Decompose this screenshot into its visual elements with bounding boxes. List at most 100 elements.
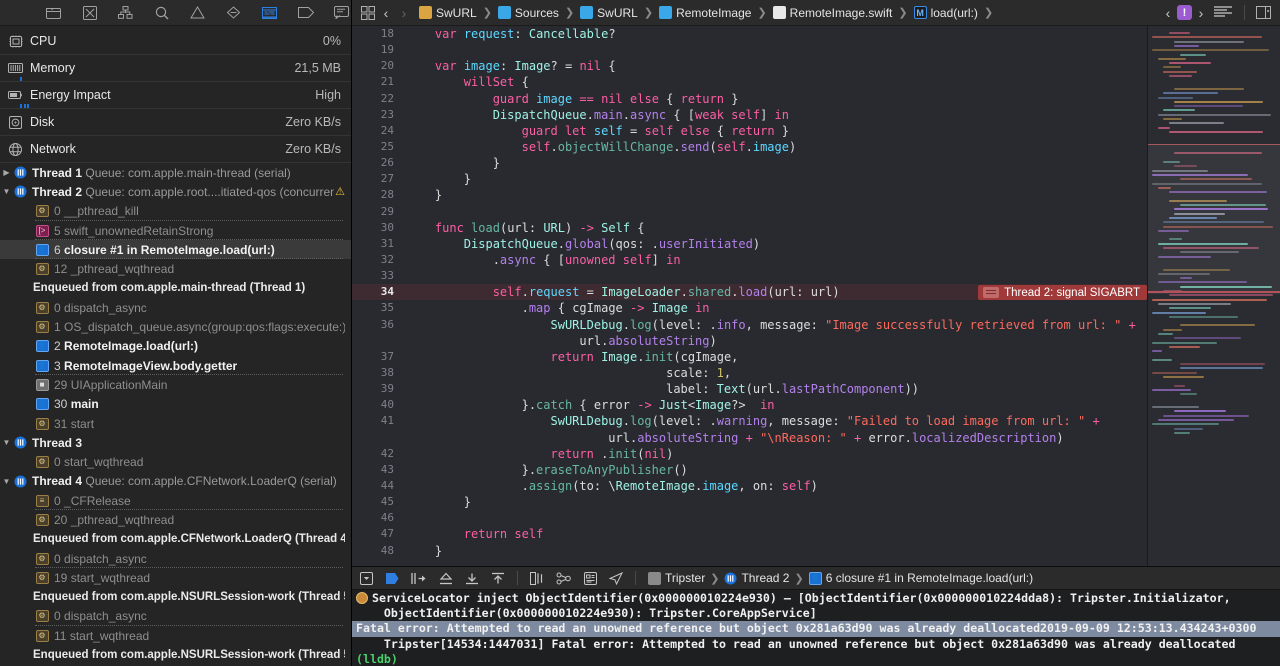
line-number[interactable]: 22: [352, 91, 394, 107]
stack-frame-row[interactable]: ⚙ 11 start_wqthread: [0, 626, 351, 645]
breadcrumb-item-4[interactable]: RemoteImage.swift: [772, 6, 892, 20]
console-output[interactable]: ServiceLocator inject ObjectIdentifier(0…: [352, 590, 1280, 666]
line-number[interactable]: 41: [352, 413, 394, 429]
line-number[interactable]: 29: [352, 204, 394, 220]
line-number[interactable]: 26: [352, 155, 394, 171]
line-number[interactable]: 35: [352, 300, 394, 316]
line-number[interactable]: 18: [352, 26, 394, 42]
line-number[interactable]: 27: [352, 171, 394, 187]
step-out-icon[interactable]: [465, 572, 479, 585]
line-number[interactable]: 25: [352, 139, 394, 155]
stack-frame-row[interactable]: ⚙ 0 dispatch_async: [0, 607, 351, 627]
line-number[interactable]: 39: [352, 381, 394, 397]
disclosure-triangle[interactable]: ▼: [0, 438, 13, 447]
gauge-cpu[interactable]: CPU 0%: [0, 28, 351, 55]
line-number[interactable]: 19: [352, 42, 394, 58]
source-control-icon[interactable]: [81, 4, 98, 21]
line-number[interactable]: 42: [352, 446, 394, 462]
signal-error-badge[interactable]: Thread 2: signal SIGABRT: [978, 285, 1147, 301]
stack-frame-row[interactable]: [> 5 swift_unownedRetainStrong: [0, 221, 351, 241]
stack-frame-row[interactable]: ⚙ 0 __pthread_kill: [0, 202, 351, 221]
thread-row[interactable]: ▶ Thread 1 Queue: com.apple.main-thread (…: [0, 163, 351, 182]
breadcrumb-item-0[interactable]: SwURL: [419, 6, 477, 20]
stack-frame-row[interactable]: ⚙ 1 OS_dispatch_queue.async(group:qos:fla…: [0, 317, 351, 336]
line-number[interactable]: 33: [352, 268, 394, 284]
previous-issue-button[interactable]: ‹: [1159, 5, 1177, 21]
stack-frame-row[interactable]: ⚙ 19 start_wqthread: [0, 568, 351, 587]
line-number[interactable]: 45: [352, 494, 394, 510]
line-number[interactable]: 38: [352, 365, 394, 381]
thread-list[interactable]: ▶ Thread 1 Queue: com.apple.main-thread (…: [0, 163, 351, 666]
stack-frame-row[interactable]: ■ 29 UIApplicationMain: [0, 375, 351, 394]
breadcrumb-item-1[interactable]: Sources: [497, 6, 559, 20]
stack-frame-row[interactable]: ≡ 0 _CFRelease: [0, 491, 351, 511]
line-number[interactable]: 40: [352, 397, 394, 413]
debug-breadcrumb-item-1[interactable]: Thread 2: [724, 571, 789, 585]
line-number[interactable]: 30: [352, 220, 394, 236]
source-code[interactable]: 18 var request: Cancellable? 19 20 var ima…: [352, 26, 1147, 559]
tag-icon[interactable]: [297, 4, 314, 21]
warning-icon[interactable]: [189, 4, 206, 21]
location-icon[interactable]: [609, 571, 623, 585]
breakpoint-icon[interactable]: [225, 4, 242, 21]
line-number[interactable]: 23: [352, 107, 394, 123]
line-number[interactable]: 20: [352, 58, 394, 74]
line-number[interactable]: 44: [352, 478, 394, 494]
breadcrumb-item-2[interactable]: SwURL: [580, 6, 638, 20]
gauge-disk[interactable]: Disk Zero KB/s: [0, 109, 351, 136]
report-icon[interactable]: [333, 4, 350, 21]
stack-frame-row[interactable]: ⚙ 0 dispatch_async: [0, 549, 351, 569]
breadcrumb-item-5[interactable]: Mload(url:): [913, 6, 978, 20]
line-number[interactable]: 34: [352, 284, 394, 300]
related-items-icon[interactable]: [359, 5, 377, 20]
step-out-of-icon[interactable]: [491, 572, 505, 585]
search-icon[interactable]: [153, 4, 170, 21]
hierarchy-icon[interactable]: [117, 4, 134, 21]
memory-graph-icon[interactable]: [556, 572, 572, 585]
hide-console-icon[interactable]: [360, 571, 373, 585]
minimap-icon[interactable]: [1210, 6, 1236, 19]
disclosure-triangle[interactable]: ▶: [0, 168, 13, 177]
gauge-memory[interactable]: Memory 21,5 MB: [0, 55, 351, 82]
line-number[interactable]: 32: [352, 252, 394, 268]
line-number[interactable]: 31: [352, 236, 394, 252]
forward-button[interactable]: ›: [395, 5, 413, 21]
disclosure-triangle[interactable]: ▼: [0, 477, 13, 486]
issue-badge[interactable]: !: [1177, 5, 1192, 20]
line-number[interactable]: 47: [352, 526, 394, 542]
gauge-energy-impact[interactable]: Energy Impact High: [0, 82, 351, 109]
line-number[interactable]: 24: [352, 123, 394, 139]
stack-frame-row[interactable]: ⚙ 0 dispatch_async: [0, 298, 351, 317]
environment-icon[interactable]: [584, 571, 597, 585]
stack-frame-row[interactable]: ⚙ 0 start_wqthread: [0, 452, 351, 471]
view-hierarchy-icon[interactable]: [530, 571, 544, 585]
inspector-icon[interactable]: [1253, 6, 1273, 19]
line-number[interactable]: 37: [352, 349, 394, 365]
disclosure-triangle[interactable]: ▼: [0, 187, 13, 196]
step-into-icon[interactable]: [439, 572, 453, 585]
debug-breadcrumb-item-2[interactable]: 👤 6 closure #1 in RemoteImage.load(url:): [808, 571, 1033, 585]
continue-icon[interactable]: [385, 572, 399, 585]
gauge-network[interactable]: Network Zero KB/s: [0, 136, 351, 163]
breadcrumb-item-3[interactable]: RemoteImage: [659, 6, 751, 20]
step-over-icon[interactable]: [411, 572, 427, 585]
stack-frame-row[interactable]: 👤 6 closure #1 in RemoteImage.load(url:): [0, 240, 351, 260]
stack-frame-row[interactable]: ⚙ 20 _pthread_wqthread: [0, 510, 351, 529]
line-number[interactable]: 43: [352, 462, 394, 478]
thread-row[interactable]: ▼ Thread 3: [0, 433, 351, 452]
stack-frame-row[interactable]: 👤 30 main: [0, 395, 351, 414]
line-number[interactable]: 36: [352, 317, 394, 333]
line-number[interactable]: 21: [352, 74, 394, 90]
stack-frame-row[interactable]: 👤 3 RemoteImageView.body.getter: [0, 356, 351, 376]
code-minimap[interactable]: [1147, 26, 1280, 566]
stack-frame-row[interactable]: ⚙ 12 _pthread_wqthread: [0, 259, 351, 278]
line-number[interactable]: 48: [352, 543, 394, 559]
line-number[interactable]: 46: [352, 510, 394, 526]
back-button[interactable]: ‹: [377, 5, 395, 21]
stack-frame-row[interactable]: ⚙ 31 start: [0, 414, 351, 433]
thread-row[interactable]: ▼ Thread 2 Queue: com.apple.root....itiat…: [0, 182, 351, 201]
debug-breadcrumb-item-0[interactable]: Tripster: [648, 571, 705, 585]
line-number[interactable]: 28: [352, 187, 394, 203]
minimap-viewport[interactable]: [1148, 144, 1280, 294]
debug-icon[interactable]: [261, 4, 278, 21]
